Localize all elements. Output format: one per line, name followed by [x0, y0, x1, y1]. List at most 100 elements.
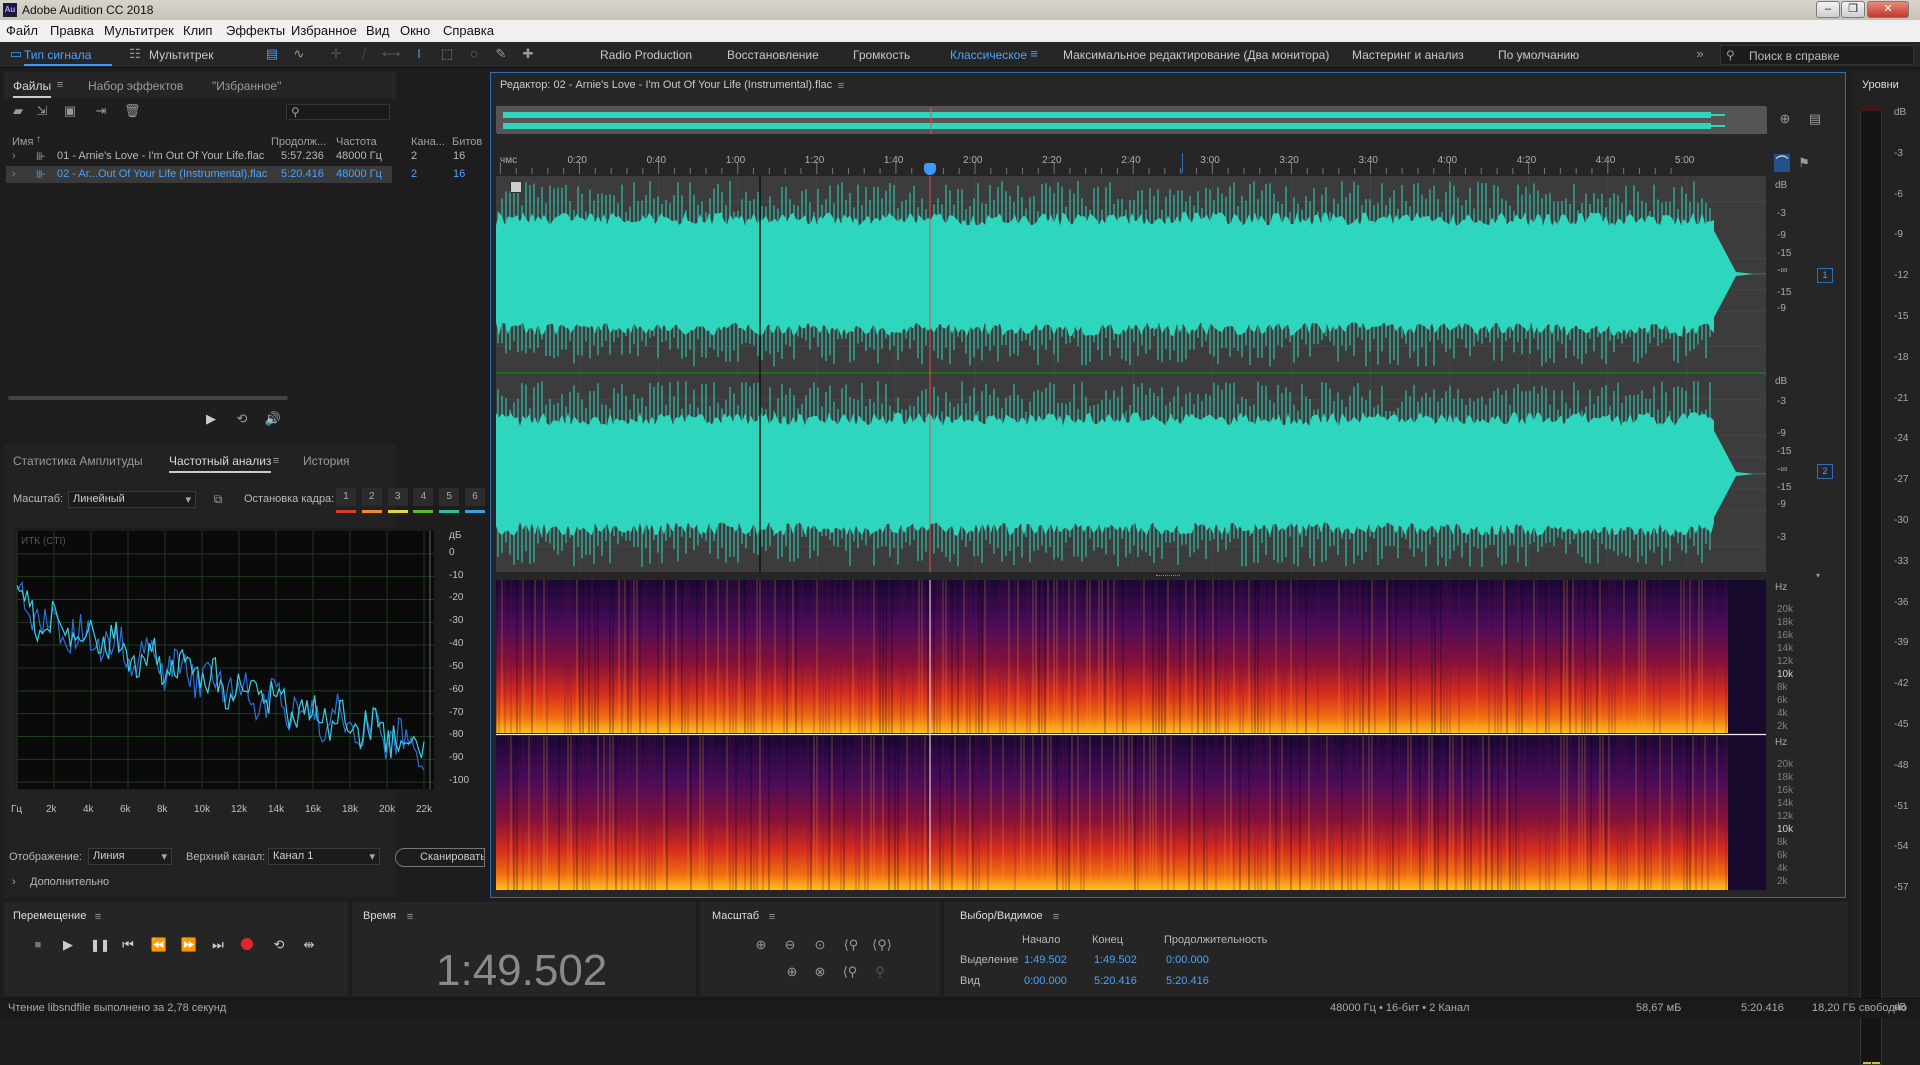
zoom-out-full-icon[interactable]: ⊙ [810, 936, 830, 954]
menu-help[interactable]: Справка [443, 23, 494, 38]
view-start[interactable]: 0:00.000 [1024, 975, 1067, 987]
overview-menu-icon[interactable]: ▤ [1805, 110, 1825, 128]
marquee-tool-icon[interactable]: ⬚ [438, 45, 456, 63]
col-bits[interactable]: Битов [452, 136, 482, 148]
marker-icon[interactable]: ⚑ [1796, 154, 1812, 172]
snap-icon[interactable]: ⌒ [1774, 154, 1790, 172]
workspace-default[interactable]: По умолчанию [1498, 48, 1579, 62]
menu-favorites[interactable]: Избранное [291, 23, 357, 38]
waveform-overview[interactable] [496, 106, 1767, 134]
spectral-splitter[interactable]: ▾ [496, 571, 1836, 580]
more-workspaces-icon[interactable]: » [1692, 45, 1708, 63]
col-duration[interactable]: Продолж... [271, 136, 326, 148]
workspace-radio-production[interactable]: Radio Production [600, 48, 692, 62]
insert-into-multitrack-icon[interactable]: ⇥ [92, 102, 110, 120]
selection-duration[interactable]: 0:00.000 [1166, 954, 1209, 966]
editor-menu-icon[interactable]: ≡ [835, 77, 847, 95]
brush-tool-icon[interactable]: ✎ [492, 45, 510, 63]
copy-frame-icon[interactable]: ⧉ [210, 490, 226, 508]
workspace-menu-icon[interactable]: ≡ [1027, 45, 1041, 63]
menu-window[interactable]: Окно [400, 23, 430, 38]
playhead-handle[interactable] [924, 163, 936, 175]
maximize-button[interactable]: ❐ [1841, 1, 1865, 18]
help-search-box[interactable]: ⚲ Поиск в справке [1720, 45, 1914, 65]
menu-edit[interactable]: Правка [50, 23, 94, 38]
menu-view[interactable]: Вид [366, 23, 390, 38]
files-scrollbar-thumb[interactable] [8, 396, 288, 400]
waveform-mode-button[interactable]: Тип сигнала [24, 48, 112, 66]
tab-history[interactable]: История [303, 454, 350, 468]
freeze-frame-button[interactable]: 2 [361, 488, 382, 506]
delete-file-icon[interactable]: 🗑 [124, 102, 141, 120]
go-to-start-icon[interactable]: ⏮ [120, 936, 136, 954]
open-file-icon[interactable]: ▰ [10, 102, 26, 120]
col-rate[interactable]: Частота [336, 136, 377, 148]
spot-healing-tool-icon[interactable]: ✚ [519, 45, 537, 63]
go-to-end-icon[interactable]: ⏭ [210, 936, 226, 954]
workspace-restoration[interactable]: Восстановление [727, 48, 819, 62]
workspace-mastering[interactable]: Мастеринг и анализ [1352, 48, 1464, 62]
zoom-left-icon[interactable]: ⟨⚲ [840, 963, 860, 981]
skip-selection-icon[interactable]: ⇹ [300, 936, 318, 954]
freeze-frame-button[interactable]: 4 [413, 488, 434, 506]
tab-amplitude-stats[interactable]: Статистика Амплитуды [13, 454, 143, 468]
zoom-in-time-icon[interactable]: ⟨⚲ [840, 936, 862, 954]
view-duration[interactable]: 5:20.416 [1166, 975, 1209, 987]
transport-menu-icon[interactable]: ≡ [92, 908, 104, 926]
tab-frequency-analysis[interactable]: Частотный анализ [169, 454, 272, 473]
stop-icon[interactable]: ■ [30, 936, 46, 954]
scale-dropdown[interactable]: Линейный [68, 491, 196, 508]
clip-fade-icon[interactable] [510, 181, 522, 193]
analysis-menu-icon[interactable]: ≡ [270, 452, 282, 470]
zoom-out-time-icon[interactable]: ⟨⚲⟩ [870, 936, 894, 954]
time-selection-tool-icon[interactable]: I [410, 45, 428, 63]
slip-tool-icon[interactable]: ⟷ [382, 45, 401, 63]
new-file-icon[interactable]: ▣ [62, 102, 78, 120]
multitrack-mode-button[interactable]: Мультитрек [149, 48, 213, 62]
menu-clip[interactable]: Клип [183, 23, 212, 38]
freeze-frame-button[interactable]: 6 [465, 488, 485, 506]
spectral-display[interactable] [495, 580, 1766, 890]
lasso-tool-icon[interactable]: ◌ [465, 45, 483, 63]
freeze-frame-button[interactable]: 1 [336, 488, 356, 506]
razor-tool-icon[interactable]: ⧸ [355, 45, 373, 63]
close-button[interactable]: ✕ [1867, 1, 1909, 18]
zoom-out-amplitude-icon[interactable]: ⊖ [780, 936, 800, 954]
freeze-frame-button[interactable]: 5 [439, 488, 460, 506]
advanced-expand-icon[interactable]: › [12, 876, 16, 888]
file-row[interactable]: › ⊪ 01 - Arnie's Love - I'm Out Of Your … [6, 148, 465, 165]
expand-arrow-icon[interactable]: › [12, 150, 16, 162]
help-search-input[interactable]: Поиск в справке [1749, 49, 1840, 63]
menu-file[interactable]: Файл [6, 23, 38, 38]
play-icon[interactable]: ▶ [60, 936, 76, 954]
top-channel-dropdown[interactable]: Канал 1 [268, 848, 380, 865]
fast-forward-icon[interactable]: ⏩ [180, 936, 198, 954]
workspace-max-edit[interactable]: Максимальное редактирование (Два монитор… [1063, 48, 1329, 62]
view-end[interactable]: 5:20.416 [1094, 975, 1137, 987]
col-channels[interactable]: Кана... [411, 136, 445, 148]
tab-favorites[interactable]: "Избранное" [212, 79, 281, 93]
channel-1-badge[interactable]: 1 [1817, 268, 1833, 283]
workspace-classic[interactable]: Классическое [950, 48, 1027, 62]
zoom-in-amplitude-icon[interactable]: ⊕ [751, 936, 771, 954]
file-row-selected[interactable]: › ⊪ 02 - Ar...Out Of Your Life (Instrume… [6, 166, 465, 183]
time-menu-icon[interactable]: ≡ [404, 908, 416, 926]
files-filter-input[interactable]: ⚲ [286, 104, 390, 120]
preview-play-icon[interactable]: ▶ [203, 410, 219, 428]
display-dropdown[interactable]: Линия [88, 848, 172, 865]
show-waveform-icon[interactable]: ▤ [263, 45, 281, 63]
menu-effects[interactable]: Эффекты [226, 23, 285, 38]
menu-multitrack[interactable]: Мультитрек [104, 23, 174, 38]
expand-arrow-icon[interactable]: › [12, 168, 16, 180]
record-icon[interactable] [241, 938, 253, 950]
files-scrollbar[interactable] [4, 395, 396, 401]
waveform-display[interactable] [496, 176, 1846, 572]
tab-effects-rack[interactable]: Набор эффектов [88, 79, 183, 93]
freeze-frame-button[interactable]: 3 [387, 488, 408, 506]
loop-playback-icon[interactable]: ⟲ [270, 936, 288, 954]
workspace-loudness[interactable]: Громкость [853, 48, 910, 62]
col-name[interactable]: Имя [12, 136, 33, 148]
pause-icon[interactable]: ❚❚ [90, 936, 110, 954]
show-spectral-icon[interactable]: ∿ [290, 45, 308, 63]
zoom-right-icon[interactable]: ⚲ [870, 963, 890, 981]
